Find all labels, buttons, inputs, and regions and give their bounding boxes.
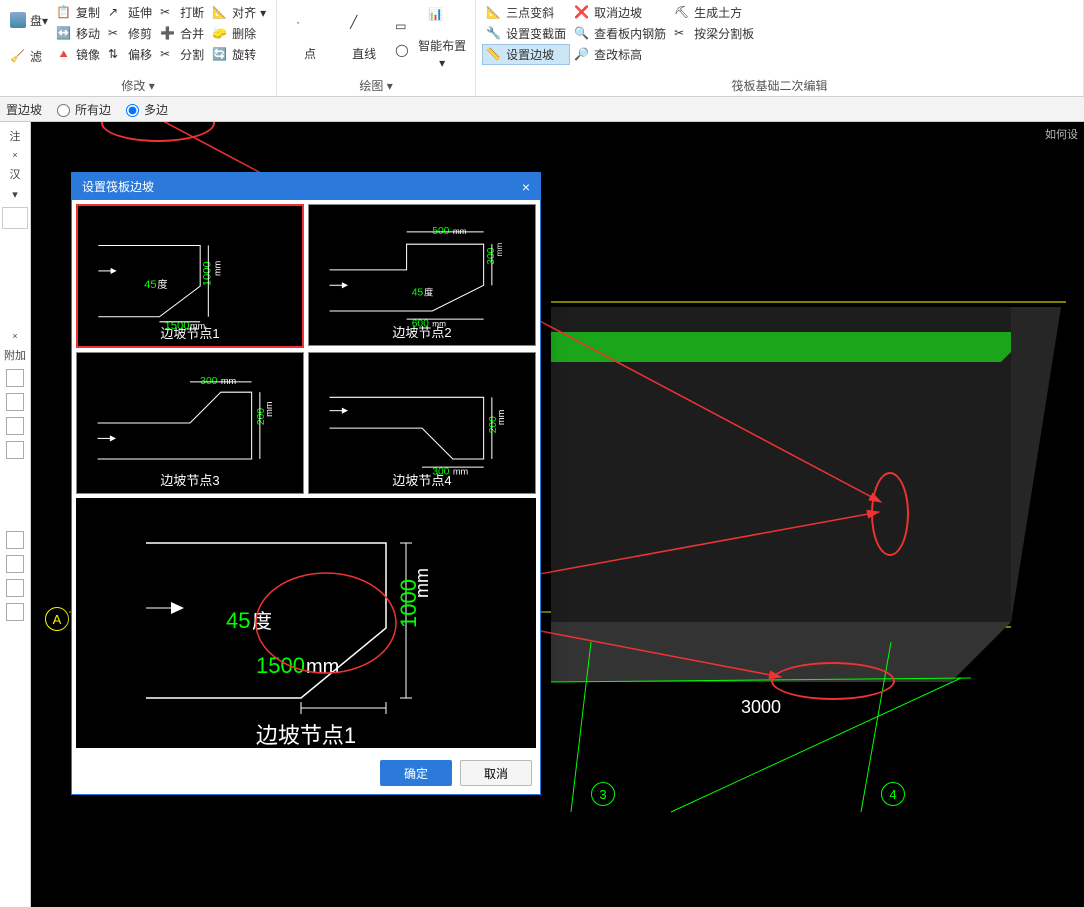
thumb-node-4[interactable]: 300 mm 200 mm 边坡节点4 <box>308 352 536 494</box>
panel-modify-label: 修改 <box>121 79 145 93</box>
cmd-split-by-beam[interactable]: ✂按梁分割板 <box>670 23 758 44</box>
cmd-gen-earth[interactable]: ⛏生成土方 <box>670 2 758 23</box>
side-check-6[interactable] <box>6 555 24 573</box>
ribbon: 盘▾ 🧹滤 📋复制 ↔️移动 🔺镜像 ↗延伸 ✂修剪 ⇅偏移 ✂打断 ➕合并 ✂… <box>0 0 1084 97</box>
cmd-merge[interactable]: ➕合并 <box>156 23 208 44</box>
cmd-align[interactable]: 📐对齐▾ <box>208 2 270 23</box>
side-check-1[interactable] <box>6 369 24 387</box>
dialog-titlebar[interactable]: 设置筏板边坡 × <box>72 173 540 200</box>
svg-text:600: 600 <box>412 318 429 329</box>
side-check-4[interactable] <box>6 441 24 459</box>
cmd-filter[interactable]: 🧹滤 <box>6 46 52 67</box>
side-search[interactable] <box>2 207 28 229</box>
svg-text:1500: 1500 <box>256 653 305 678</box>
cmd-extend[interactable]: ↗延伸 <box>104 2 156 23</box>
btn-ok[interactable]: 确定 <box>380 760 452 786</box>
radio-multi-edges[interactable]: 多边 <box>121 101 168 118</box>
dialog-slope: 设置筏板边坡 × 45 度 1500 mm <box>71 172 541 795</box>
panel-raft-label: 筏板基础二次编辑 <box>482 75 1077 96</box>
svg-text:度: 度 <box>252 610 272 633</box>
workspace: 注 × 汉 ▾ × 附加 如何设 <box>0 122 1084 907</box>
side-check-7[interactable] <box>6 579 24 597</box>
btn-cancel[interactable]: 取消 <box>460 760 532 786</box>
svg-text:mm: mm <box>453 466 469 476</box>
dim-3000: 3000 <box>741 697 781 718</box>
cmd-three-point-slope[interactable]: 📐三点变斜 <box>482 2 570 23</box>
side-check-8[interactable] <box>6 603 24 621</box>
thumb-node-1[interactable]: 45 度 1500 mm 1000 mm 边坡节点1 <box>76 204 304 348</box>
axis-A: A <box>45 607 69 631</box>
panel-draw-label: 绘图 <box>359 79 383 93</box>
svg-text:45: 45 <box>412 288 424 299</box>
cmd-split[interactable]: ✂分割 <box>156 44 208 65</box>
anno-ring-edge <box>871 472 909 556</box>
side-check-2[interactable] <box>6 393 24 411</box>
svg-text:45: 45 <box>144 279 156 291</box>
cmd-panhao[interactable]: 盘▾ <box>6 10 52 31</box>
panel-modify: 盘▾ 🧹滤 📋复制 ↔️移动 🔺镜像 ↗延伸 ✂修剪 ⇅偏移 ✂打断 ➕合并 ✂… <box>0 0 277 96</box>
thumb-node-3[interactable]: 300 mm 200 mm 边坡节点3 <box>76 352 304 494</box>
svg-text:mm: mm <box>264 401 274 417</box>
side-tab-lang[interactable]: 汉 <box>10 166 21 182</box>
side-tab-note[interactable]: 注 <box>10 128 21 144</box>
cmd-poly2[interactable]: ◯ <box>391 41 415 61</box>
hint-text: 如何设 <box>1045 126 1078 142</box>
side-check-5[interactable] <box>6 531 24 549</box>
cmd-view-rebar[interactable]: 🔍查看板内钢筋 <box>570 23 670 44</box>
cmd-check-level[interactable]: 🔎查改标高 <box>570 44 670 65</box>
svg-text:mm: mm <box>213 260 223 276</box>
cmd-copy[interactable]: 📋复制 <box>52 2 104 23</box>
axis-3: 3 <box>591 782 615 806</box>
side-tab-extra[interactable]: 附加 <box>4 347 26 363</box>
cmd-trim[interactable]: ✂修剪 <box>104 23 156 44</box>
radio-all-edges[interactable]: 所有边 <box>52 101 111 118</box>
svg-text:mm: mm <box>306 656 339 678</box>
panel-draw: ·点 ╱直线 ▭ ◯ 📊智能布置▾ 绘图 ▾ <box>277 0 476 96</box>
panel-raft: 📐三点变斜 🔧设置变截面 📏设置边坡 ❌取消边坡 🔍查看板内钢筋 🔎查改标高 ⛏… <box>476 0 1084 96</box>
cmd-move[interactable]: ↔️移动 <box>52 23 104 44</box>
svg-text:mm: mm <box>190 321 206 331</box>
cmd-break[interactable]: ✂打断 <box>156 2 208 23</box>
svg-text:45: 45 <box>226 608 250 633</box>
svg-text:mm: mm <box>412 568 432 598</box>
anno-ring-bottom <box>771 662 895 700</box>
option-bar: 置边坡 所有边 多边 <box>0 97 1084 122</box>
cmd-cancel-slope[interactable]: ❌取消边坡 <box>570 2 670 23</box>
anno-ring-optbar <box>101 122 215 142</box>
svg-text:mm: mm <box>432 319 446 328</box>
cmd-set-section[interactable]: 🔧设置变截面 <box>482 23 570 44</box>
cmd-point[interactable]: ·点 <box>283 2 337 75</box>
axis-4: 4 <box>881 782 905 806</box>
svg-text:mm: mm <box>496 409 506 425</box>
svg-text:300: 300 <box>432 466 449 477</box>
cmd-smart[interactable]: 📊智能布置▾ <box>415 2 469 75</box>
cmd-set-slope[interactable]: 📏设置边坡 <box>482 44 570 65</box>
svg-text:mm: mm <box>495 243 504 257</box>
optbar-cmd: 置边坡 <box>6 101 42 118</box>
preview-pane: 45 度 1500 mm 1000 mm <box>76 498 536 748</box>
thumb-node-2[interactable]: 500mm 300mm 600mm 45度 边坡节点2 <box>308 204 536 346</box>
svg-text:度: 度 <box>157 278 167 291</box>
svg-text:mm: mm <box>221 376 237 386</box>
side-check-3[interactable] <box>6 417 24 435</box>
dialog-title-text: 设置筏板边坡 <box>82 178 154 195</box>
cmd-rotate[interactable]: 🔄旋转 <box>208 44 270 65</box>
cmd-offset[interactable]: ⇅偏移 <box>104 44 156 65</box>
cmd-delete[interactable]: 🧽删除 <box>208 23 270 44</box>
cmd-mirror[interactable]: 🔺镜像 <box>52 44 104 65</box>
svg-text:度: 度 <box>424 287 433 298</box>
canvas[interactable]: 如何设 3000 3 4 A <box>31 122 1084 907</box>
dialog-close-icon[interactable]: × <box>522 179 530 195</box>
cmd-poly1[interactable]: ▭ <box>391 17 415 37</box>
svg-text:边坡节点1: 边坡节点1 <box>256 723 356 748</box>
cmd-line[interactable]: ╱直线 <box>337 2 391 75</box>
side-panel: 注 × 汉 ▾ × 附加 <box>0 122 31 907</box>
